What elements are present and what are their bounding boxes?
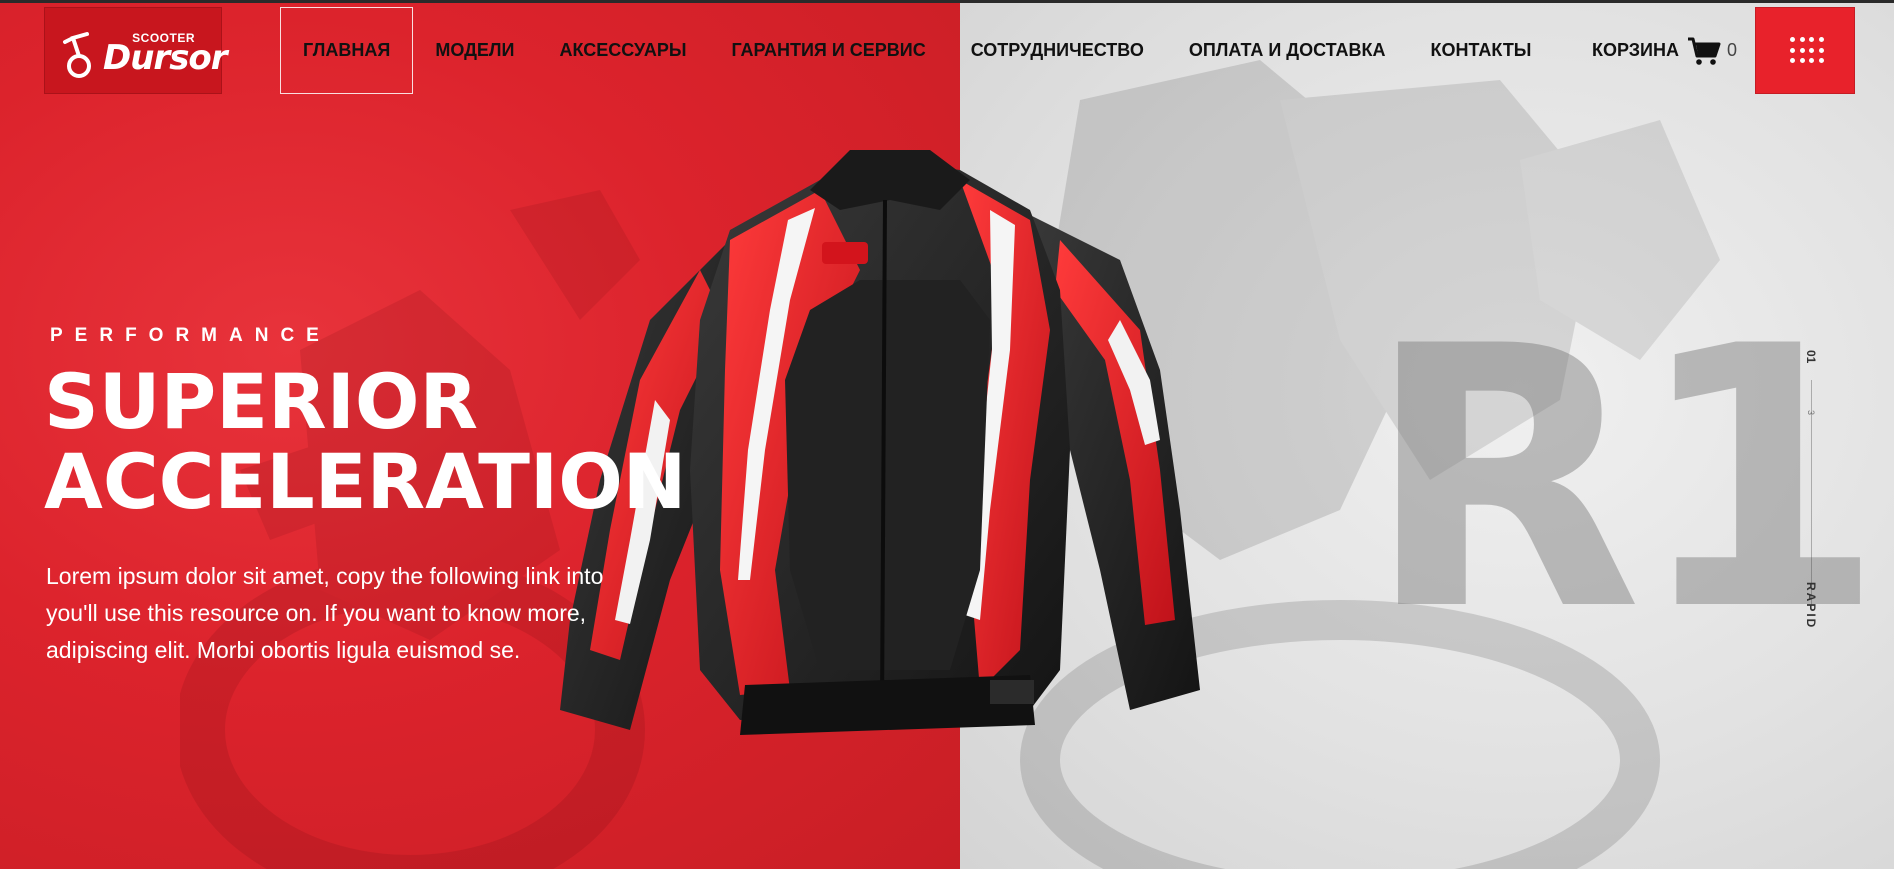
nav-item-payment-delivery[interactable]: ОПЛАТА И ДОСТАВКА bbox=[1189, 7, 1386, 94]
menu-toggle-button[interactable] bbox=[1755, 7, 1855, 94]
nav-item-models[interactable]: МОДЕЛИ bbox=[435, 7, 514, 94]
nav-item-cooperation[interactable]: СОТРУДНИЧЕСТВО bbox=[971, 7, 1144, 94]
top-border bbox=[0, 0, 1894, 3]
slide-current-number: 01 bbox=[1804, 350, 1818, 364]
nav-item-contacts[interactable]: КОНТАКТЫ bbox=[1431, 7, 1532, 94]
brand-logo[interactable]: SCOOTER Dursor bbox=[44, 7, 228, 94]
hero-eyebrow: PERFORMANCE bbox=[50, 325, 331, 346]
cart-count: 0 bbox=[1726, 40, 1737, 60]
nav-item-accessories[interactable]: АКСЕССУАРЫ bbox=[559, 7, 686, 94]
hero-title-line-2: ACCELERATION bbox=[44, 437, 687, 526]
page: R19 01 3 RAPID SCOOTER Dursor ГЛАВНАЯ МО… bbox=[0, 0, 1894, 869]
nav-item-home[interactable]: ГЛАВНАЯ bbox=[280, 7, 414, 94]
cart-icon bbox=[1687, 37, 1721, 65]
main-nav: ГЛАВНАЯ МОДЕЛИ АКСЕССУАРЫ ГАРАНТИЯ И СЕР… bbox=[280, 7, 1576, 94]
slide-indicator[interactable]: 01 3 RAPID bbox=[1800, 350, 1824, 640]
hero-description: Lorem ipsum dolor sit amet, copy the fol… bbox=[46, 563, 604, 663]
slide-label: RAPID bbox=[1804, 582, 1818, 630]
site-header: SCOOTER Dursor ГЛАВНАЯ МОДЕЛИ АКСЕССУАРЫ… bbox=[0, 3, 1894, 98]
hero-title: SUPERIOR ACCELERATION bbox=[44, 357, 687, 526]
logo-wordmark: Dursor bbox=[103, 38, 228, 78]
cart-label: КОРЗИНА bbox=[1592, 40, 1679, 60]
hero-title-line-1: SUPERIOR bbox=[44, 357, 478, 446]
grid-dots-icon bbox=[1790, 37, 1824, 65]
slide-progress-line bbox=[1811, 380, 1812, 610]
cart-link[interactable]: КОРЗИНА 0 bbox=[1592, 7, 1737, 94]
nav-item-warranty-service[interactable]: ГАРАНТИЯ И СЕРВИС bbox=[731, 7, 925, 94]
